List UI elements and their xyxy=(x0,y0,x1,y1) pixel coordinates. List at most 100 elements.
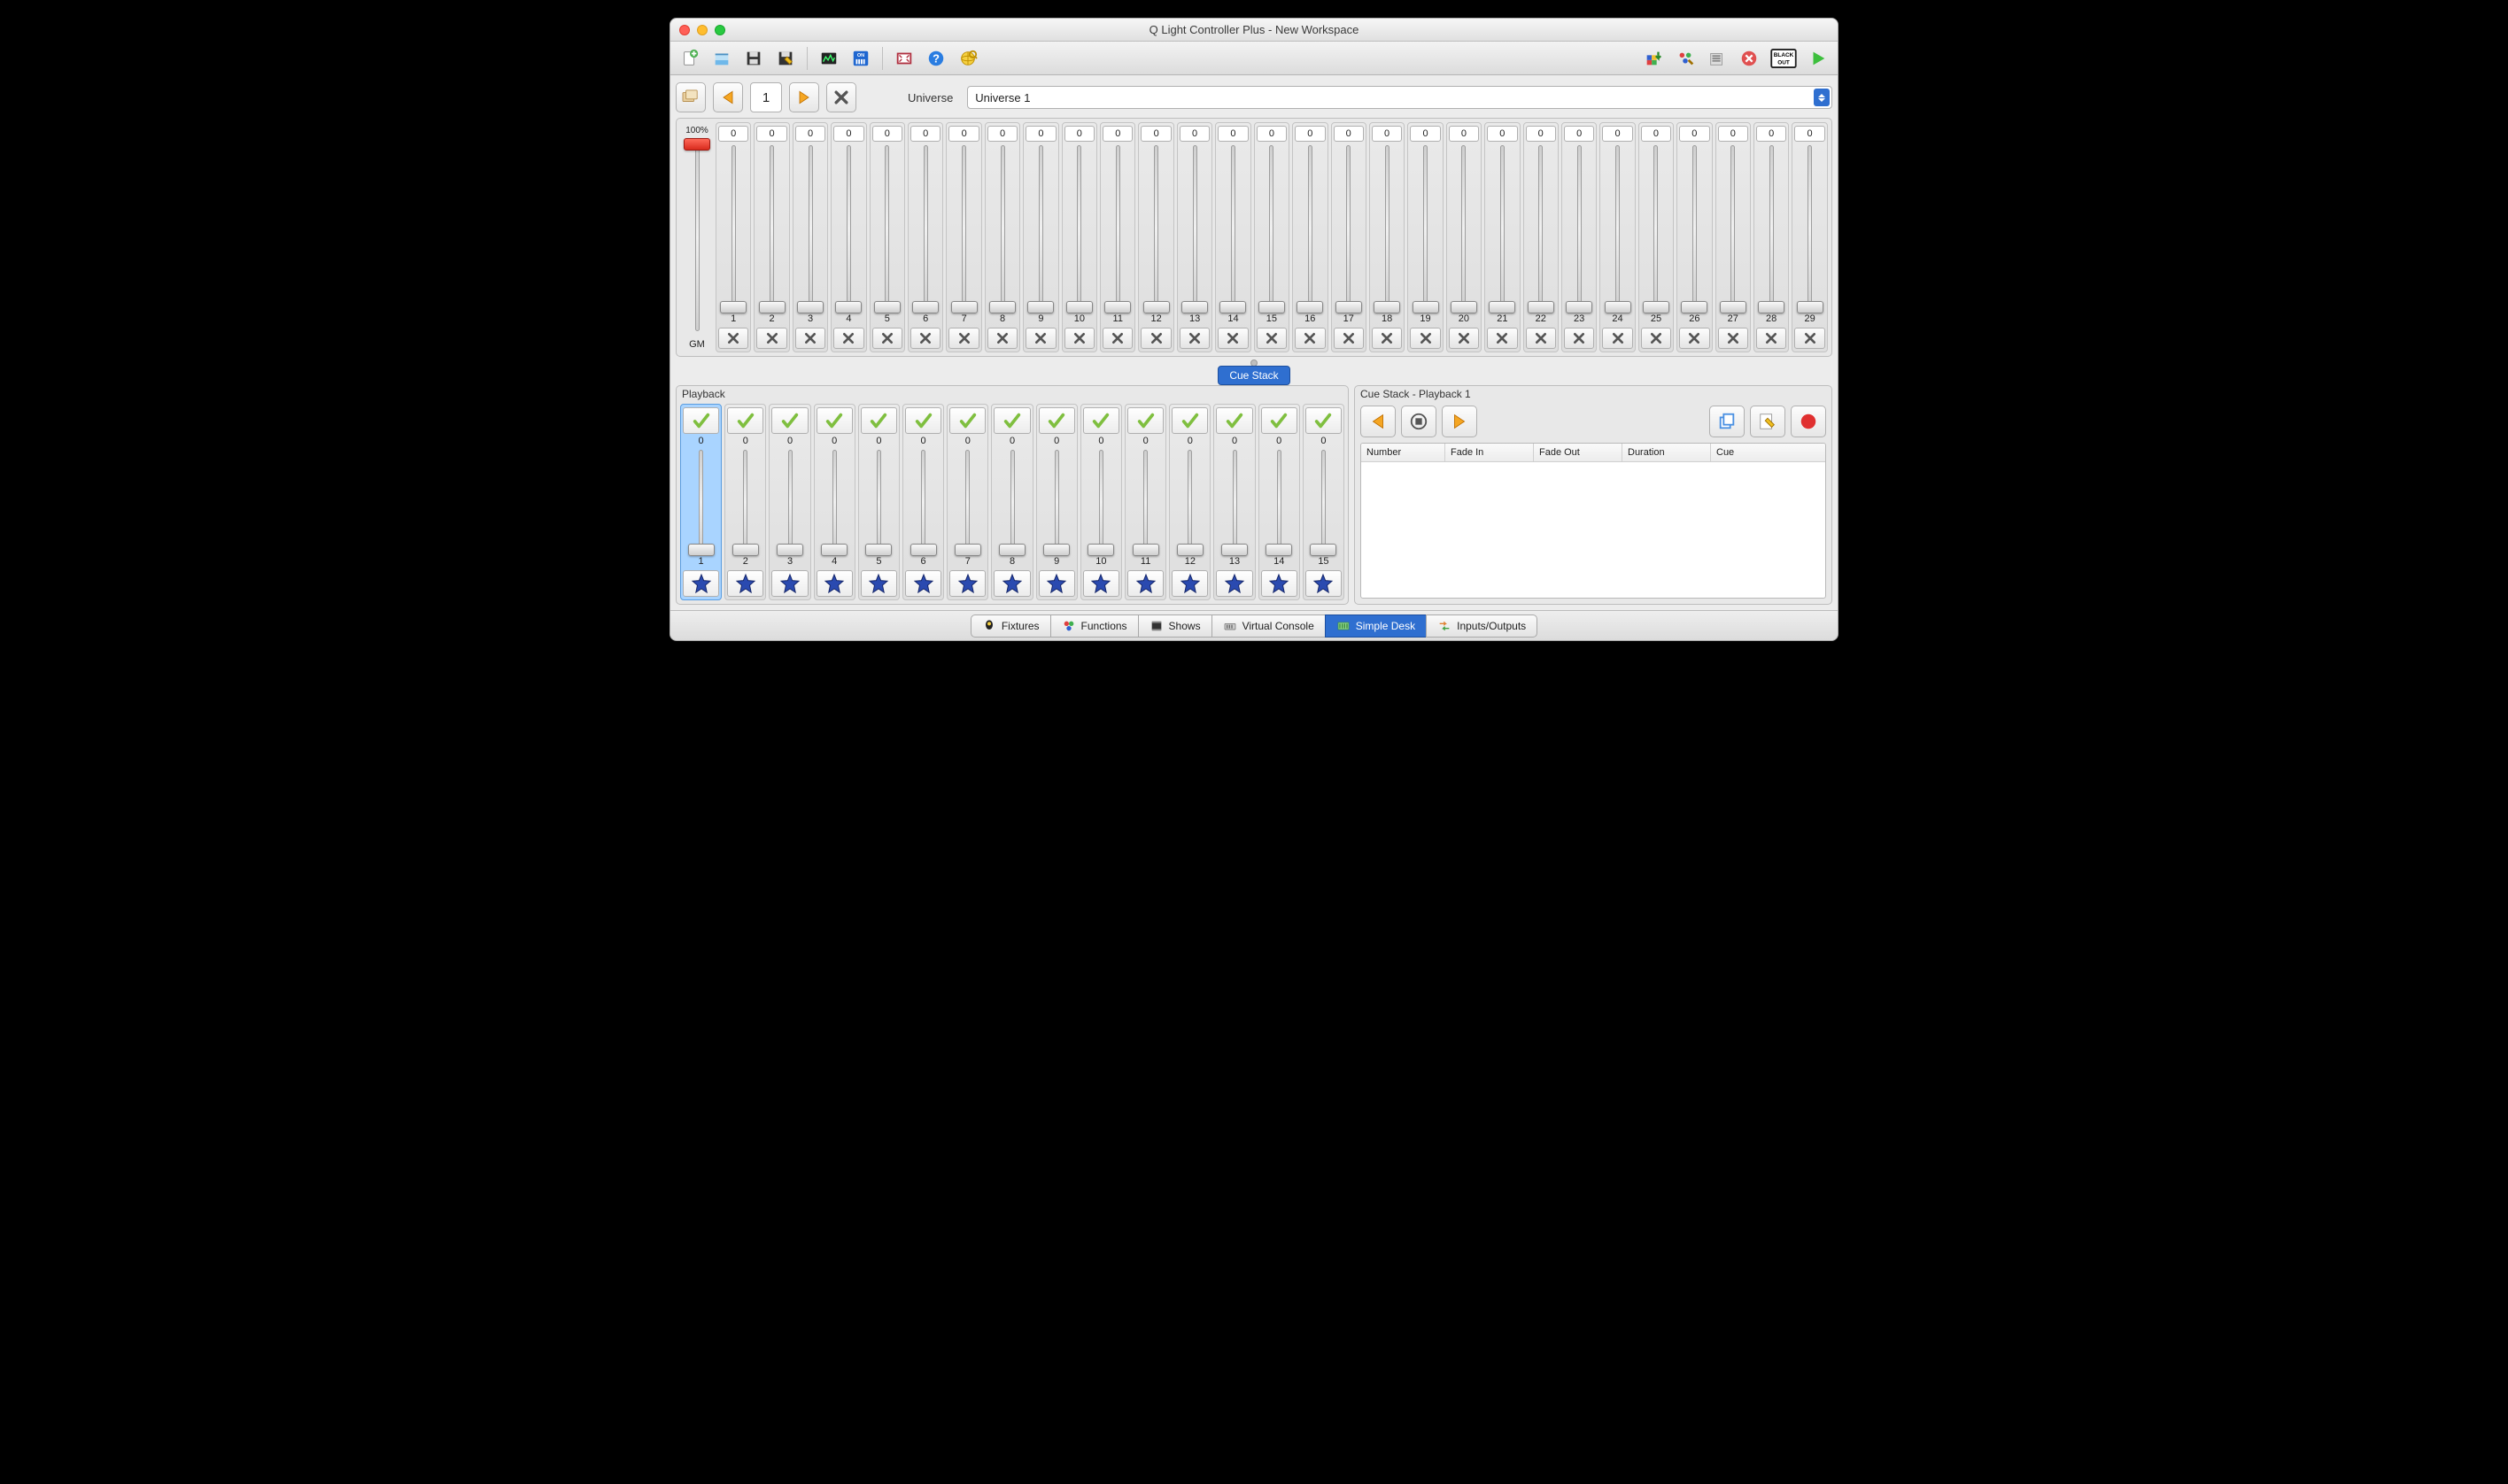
stop-all-button[interactable] xyxy=(1735,45,1763,72)
universe-select[interactable]: Universe 1 xyxy=(967,86,1832,109)
channel-value[interactable]: 0 xyxy=(987,126,1018,142)
channel-value[interactable]: 0 xyxy=(1180,126,1210,142)
channel-reset-button[interactable] xyxy=(1218,328,1248,349)
channel-value[interactable]: 0 xyxy=(1718,126,1748,142)
channel-reset-button[interactable] xyxy=(1526,328,1556,349)
channel-slider[interactable] xyxy=(1064,142,1095,313)
playback-select-button[interactable] xyxy=(1261,407,1297,434)
tab-inputs-outputs[interactable]: Inputs/Outputs xyxy=(1426,614,1537,638)
run-button[interactable] xyxy=(1804,45,1832,72)
channel-value[interactable]: 0 xyxy=(1679,126,1709,142)
channel-value[interactable]: 0 xyxy=(1026,126,1056,142)
channel-slider[interactable] xyxy=(1718,142,1748,313)
playback-slider[interactable] xyxy=(1083,448,1119,556)
channel-value[interactable]: 0 xyxy=(1487,126,1517,142)
channel-reset-button[interactable] xyxy=(1257,328,1287,349)
gm-slider[interactable] xyxy=(680,138,714,336)
playback-flash-button[interactable] xyxy=(1083,570,1119,597)
playback-slider[interactable] xyxy=(771,448,808,556)
window-zoom-button[interactable] xyxy=(715,25,725,35)
help-button[interactable]: ? xyxy=(922,45,950,72)
channel-reset-button[interactable] xyxy=(987,328,1018,349)
channel-slider[interactable] xyxy=(718,142,748,313)
splitter-handle[interactable]: Cue Stack xyxy=(676,357,1832,369)
window-close-button[interactable] xyxy=(679,25,690,35)
channel-slider[interactable] xyxy=(1410,142,1440,313)
channel-value[interactable]: 0 xyxy=(1564,126,1594,142)
playback-slider[interactable] xyxy=(949,448,986,556)
channel-value[interactable]: 0 xyxy=(1641,126,1671,142)
page-input[interactable]: 1 xyxy=(750,82,782,112)
cue-next-button[interactable] xyxy=(1442,406,1477,437)
channel-reset-button[interactable] xyxy=(1295,328,1325,349)
channel-reset-button[interactable] xyxy=(1141,328,1171,349)
playback-slider[interactable] xyxy=(1305,448,1342,556)
fullscreen-button[interactable] xyxy=(890,45,918,72)
cue-table[interactable]: Number Fade In Fade Out Duration Cue xyxy=(1360,443,1826,599)
channel-slider[interactable] xyxy=(1103,142,1133,313)
playback-flash-button[interactable] xyxy=(683,570,719,597)
playback-select-button[interactable] xyxy=(861,407,897,434)
new-file-button[interactable] xyxy=(676,45,704,72)
channel-value[interactable]: 0 xyxy=(756,126,786,142)
col-fadein[interactable]: Fade In xyxy=(1445,444,1534,461)
channel-slider[interactable] xyxy=(795,142,825,313)
playback-flash-button[interactable] xyxy=(1261,570,1297,597)
blackout-button[interactable]: BLACKOUT xyxy=(1767,45,1800,72)
channel-reset-button[interactable] xyxy=(1103,328,1133,349)
view-toggle-button[interactable] xyxy=(676,82,706,112)
dump-dmx-button[interactable] xyxy=(1639,45,1668,72)
channel-slider[interactable] xyxy=(1602,142,1632,313)
playback-slider[interactable] xyxy=(1172,448,1208,556)
tab-simple-desk[interactable]: Simple Desk xyxy=(1325,614,1427,638)
channel-value[interactable]: 0 xyxy=(1756,126,1786,142)
col-number[interactable]: Number xyxy=(1361,444,1445,461)
web-access-button[interactable] xyxy=(954,45,982,72)
channel-reset-button[interactable] xyxy=(910,328,940,349)
playback-select-button[interactable] xyxy=(949,407,986,434)
playback-select-button[interactable] xyxy=(727,407,763,434)
playback-slider[interactable] xyxy=(817,448,853,556)
channel-reset-button[interactable] xyxy=(872,328,902,349)
channel-value[interactable]: 0 xyxy=(1064,126,1095,142)
live-edit-button[interactable] xyxy=(1671,45,1699,72)
channel-value[interactable]: 0 xyxy=(1141,126,1171,142)
playback-select-button[interactable] xyxy=(683,407,719,434)
tab-fixtures[interactable]: Fixtures xyxy=(971,614,1051,638)
col-cue[interactable]: Cue xyxy=(1711,444,1825,461)
cue-prev-button[interactable] xyxy=(1360,406,1396,437)
playback-flash-button[interactable] xyxy=(771,570,808,597)
channel-reset-button[interactable] xyxy=(1487,328,1517,349)
save-button[interactable] xyxy=(739,45,768,72)
playback-flash-button[interactable] xyxy=(1039,570,1075,597)
channel-slider[interactable] xyxy=(1756,142,1786,313)
channel-slider[interactable] xyxy=(1334,142,1364,313)
channel-slider[interactable] xyxy=(1487,142,1517,313)
channel-reset-button[interactable] xyxy=(718,328,748,349)
channel-value[interactable]: 0 xyxy=(872,126,902,142)
channel-value[interactable]: 0 xyxy=(1602,126,1632,142)
playback-flash-button[interactable] xyxy=(861,570,897,597)
channel-reset-button[interactable] xyxy=(1756,328,1786,349)
channel-reset-button[interactable] xyxy=(1026,328,1056,349)
cue-stack-chip[interactable]: Cue Stack xyxy=(1218,366,1289,385)
channel-value[interactable]: 0 xyxy=(1410,126,1440,142)
col-fadeout[interactable]: Fade Out xyxy=(1534,444,1622,461)
playback-select-button[interactable] xyxy=(905,407,941,434)
playback-select-button[interactable] xyxy=(1083,407,1119,434)
tab-shows[interactable]: Shows xyxy=(1138,614,1212,638)
channel-reset-button[interactable] xyxy=(1334,328,1364,349)
channel-value[interactable]: 0 xyxy=(1449,126,1479,142)
channel-slider[interactable] xyxy=(1295,142,1325,313)
channel-reset-button[interactable] xyxy=(1641,328,1671,349)
playback-flash-button[interactable] xyxy=(1172,570,1208,597)
cue-edit-button[interactable] xyxy=(1750,406,1785,437)
playback-select-button[interactable] xyxy=(1305,407,1342,434)
playback-slider[interactable] xyxy=(727,448,763,556)
playback-flash-button[interactable] xyxy=(905,570,941,597)
channel-reset-button[interactable] xyxy=(948,328,979,349)
channel-value[interactable]: 0 xyxy=(910,126,940,142)
channel-slider[interactable] xyxy=(872,142,902,313)
channel-value[interactable]: 0 xyxy=(1257,126,1287,142)
playback-slider[interactable] xyxy=(1039,448,1075,556)
